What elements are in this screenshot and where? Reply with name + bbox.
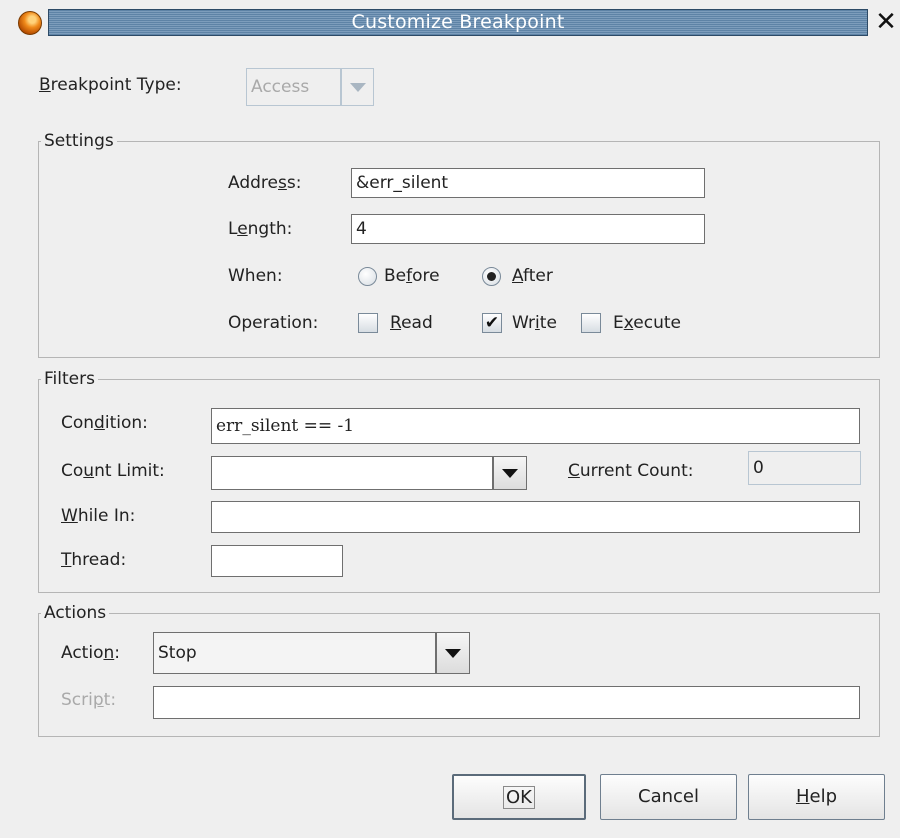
- settings-group: Settings: [38, 131, 880, 358]
- breakpoint-type-label: Breakpoint Type:: [39, 75, 182, 95]
- action-label: Action:: [61, 643, 120, 663]
- action-select[interactable]: Stop: [153, 632, 436, 674]
- close-icon[interactable]: ✕: [872, 6, 900, 38]
- help-button[interactable]: Help: [748, 774, 885, 820]
- count-limit-dropdown-button[interactable]: [493, 456, 527, 490]
- length-label: Length:: [228, 219, 293, 239]
- breakpoint-type-select[interactable]: Access: [246, 68, 341, 106]
- operation-label: Operation:: [228, 313, 319, 333]
- length-input[interactable]: 4: [351, 214, 705, 244]
- after-radio[interactable]: [482, 267, 501, 286]
- current-count-value: 0: [748, 451, 861, 485]
- current-count-label: Current Count:: [568, 461, 694, 481]
- execute-checkbox[interactable]: [581, 313, 601, 333]
- address-label: Address:: [228, 173, 302, 193]
- settings-legend: Settings: [44, 131, 114, 151]
- address-input[interactable]: &err_silent: [351, 168, 705, 198]
- cancel-button[interactable]: Cancel: [600, 774, 737, 820]
- while-in-label: While In:: [61, 506, 136, 526]
- title-bar[interactable]: Customize Breakpoint ✕: [0, 0, 900, 42]
- before-radio-label[interactable]: Before: [384, 266, 440, 286]
- condition-label: Condition:: [61, 413, 148, 433]
- script-label: Script:: [61, 690, 117, 710]
- count-limit-label: Count Limit:: [61, 461, 165, 481]
- thread-label: Thread:: [61, 550, 127, 570]
- write-checkbox[interactable]: ✔: [482, 313, 502, 333]
- app-icon[interactable]: [18, 11, 42, 35]
- read-checkbox-label[interactable]: Read: [390, 313, 433, 333]
- actions-legend: Actions: [44, 603, 107, 623]
- window-title: Customize Breakpoint: [351, 11, 565, 33]
- chevron-down-icon: [502, 469, 518, 478]
- customize-breakpoint-dialog: Customize Breakpoint ✕ Breakpoint Type: …: [0, 0, 900, 838]
- when-label: When:: [228, 266, 283, 286]
- breakpoint-type-dropdown-button[interactable]: [341, 68, 374, 106]
- read-checkbox[interactable]: [358, 313, 378, 333]
- chevron-down-icon: [349, 83, 366, 92]
- thread-input[interactable]: [211, 545, 343, 577]
- filters-legend: Filters: [44, 369, 95, 389]
- action-dropdown-button[interactable]: [436, 632, 470, 674]
- while-in-input[interactable]: [211, 501, 860, 533]
- write-checkbox-label[interactable]: Write: [512, 313, 557, 333]
- execute-checkbox-label[interactable]: Execute: [613, 313, 681, 333]
- before-radio[interactable]: [358, 267, 377, 286]
- ok-button[interactable]: OK: [452, 774, 586, 820]
- script-input[interactable]: [153, 686, 860, 719]
- condition-input[interactable]: err_silent == -1: [211, 408, 860, 444]
- count-limit-input[interactable]: [211, 456, 493, 490]
- chevron-down-icon: [445, 649, 461, 658]
- after-radio-label[interactable]: After: [512, 266, 553, 286]
